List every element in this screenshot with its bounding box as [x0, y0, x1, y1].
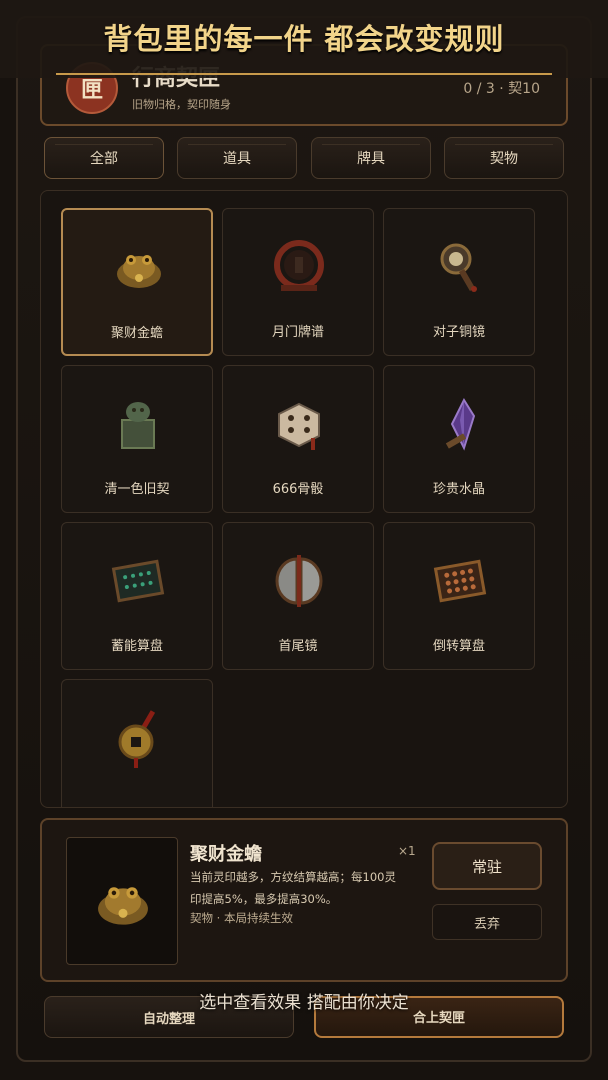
item-slot-bone-dice[interactable]: 666骨骰: [222, 365, 374, 513]
abacus-icon: [111, 559, 165, 603]
discard-button[interactable]: 丢弃: [432, 904, 542, 940]
item-slot-crystal[interactable]: 珍贵水晶: [383, 365, 535, 513]
coin-charm-icon: [118, 710, 156, 768]
item-slot-coin-charm[interactable]: [61, 679, 213, 807]
abacus-icon: [433, 559, 487, 603]
tab-contracts[interactable]: 契物: [444, 137, 564, 179]
detail-description: 当前灵印越多，方纹结算越高；每100灵 印提高5%，最多提高30%。: [190, 866, 420, 910]
banner-divider: [56, 73, 552, 75]
item-slot-golden-toad[interactable]: 聚财金蟾: [61, 208, 213, 356]
moon-gate-icon: [274, 240, 324, 291]
item-label: 倒转算盘: [432, 639, 485, 654]
resident-button[interactable]: 常驻: [432, 842, 542, 890]
crystal-icon: [445, 397, 476, 451]
split-mirror-icon: [275, 555, 323, 607]
item-slot-bronze-mirror[interactable]: 对子铜镜: [383, 208, 535, 356]
bone-dice-icon: [278, 402, 320, 450]
capacity-counter: 0 / 3 · 契10: [463, 81, 540, 97]
jade-seal-icon: [121, 402, 155, 449]
item-slot-split-mirror[interactable]: 首尾镜: [222, 522, 374, 670]
tab-all[interactable]: 全部: [44, 137, 164, 179]
tab-tools[interactable]: 道具: [177, 137, 297, 179]
item-detail-panel: 聚财金蟾 ×1 当前灵印越多，方纹结算越高；每100灵 印提高5%，最多提高30…: [40, 818, 568, 982]
page-subtitle: 旧物归格，契印随身: [132, 98, 231, 111]
item-slot-charge-abacus[interactable]: 蓄能算盘: [61, 522, 213, 670]
detail-item-name: 聚财金蟾: [190, 844, 262, 865]
item-grid: 聚财金蟾 月门牌谱 对子铜镜 清一色旧契 666骨骰 珍贵水晶 蓄能算盘 首尾镜…: [40, 190, 568, 808]
hint-caption: 选中查看效果 搭配由你决定: [199, 993, 409, 1013]
detail-thumbnail: [66, 837, 178, 965]
bronze-mirror-icon: [440, 243, 477, 292]
item-slot-reverse-abacus[interactable]: 倒转算盘: [383, 522, 535, 670]
detail-tag: 契物 · 本局持续生效: [190, 911, 293, 925]
detail-item-quantity: ×1: [398, 844, 416, 858]
item-label: 珍贵水晶: [432, 482, 485, 497]
promo-banner: 背包里的每一件 都会改变规则: [0, 0, 608, 78]
category-tabs: 全部 道具 牌具 契物: [44, 137, 564, 179]
item-label: 对子铜镜: [432, 325, 485, 340]
detail-desc-line: 当前灵印越多，方纹结算越高；每100灵: [190, 870, 396, 884]
item-slot-jade-seal[interactable]: 清一色旧契: [61, 365, 213, 513]
item-slot-moon-gate[interactable]: 月门牌谱: [222, 208, 374, 356]
golden-toad-icon: [117, 255, 161, 288]
golden-toad-icon: [98, 887, 148, 925]
detail-desc-line: 印提高5%，最多提高30%。: [190, 892, 338, 906]
item-label: 月门牌谱: [271, 325, 324, 340]
item-label: 清一色旧契: [104, 482, 170, 497]
item-label: 聚财金蟾: [110, 326, 163, 341]
item-label: 首尾镜: [278, 639, 318, 654]
item-label: 666骨骰: [272, 482, 324, 497]
banner-text: 背包里的每一件 都会改变规则: [103, 22, 505, 56]
item-label: 蓄能算盘: [110, 639, 163, 654]
tab-tiles[interactable]: 牌具: [311, 137, 431, 179]
